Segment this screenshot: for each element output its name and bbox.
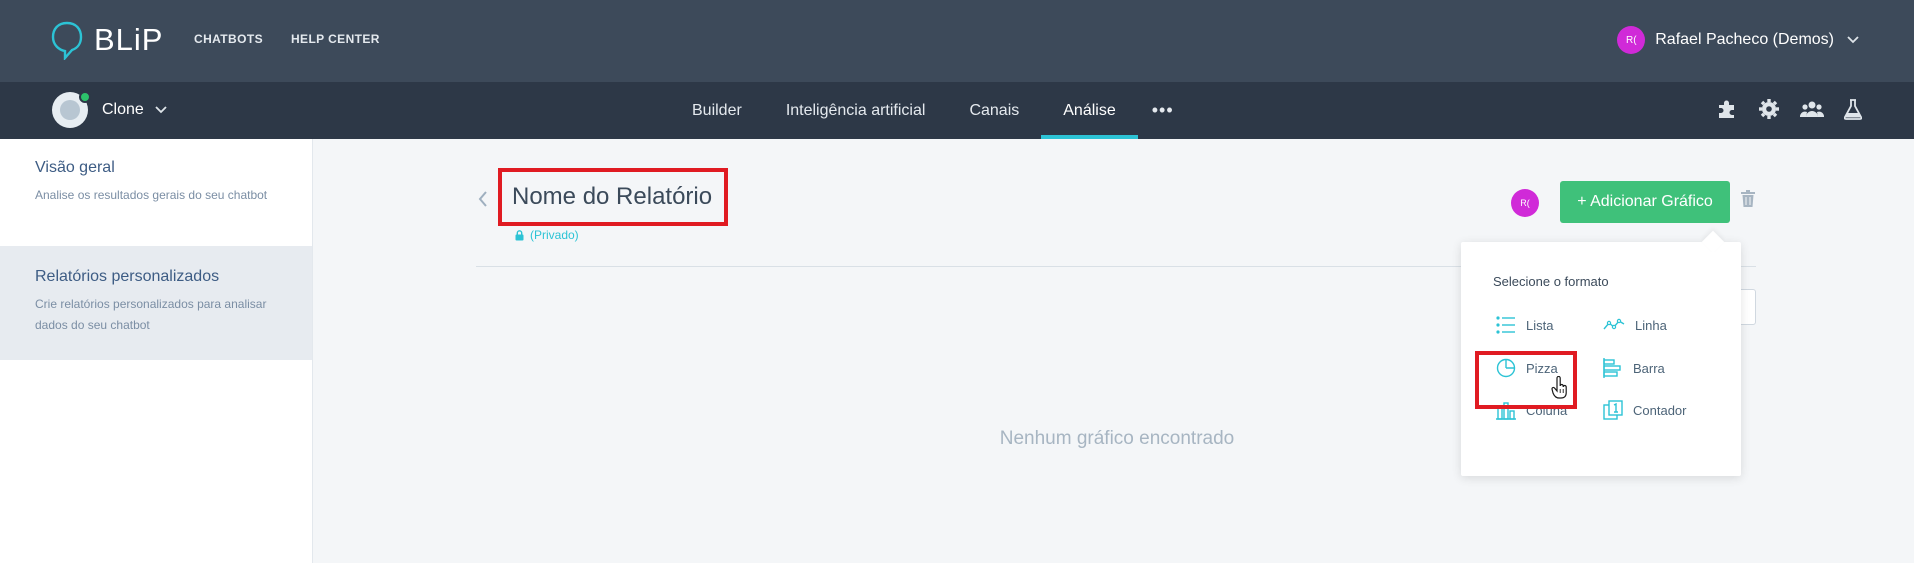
sidebar-item-relatorios-personalizados[interactable]: Relatórios personalizados Crie relatório… [0,246,312,360]
team-icon[interactable] [1800,98,1824,120]
gear-icon[interactable] [1758,98,1780,120]
chat-bubble-logo-icon [51,21,83,60]
flask-icon[interactable] [1844,98,1862,120]
bot-selector[interactable]: Clone [52,91,168,128]
format-option-label: Contador [1633,402,1687,418]
format-option-contador[interactable]: Contador [1603,400,1686,420]
lock-icon [515,229,524,240]
online-status-dot [79,91,91,103]
sidebar-item-title: Relatórios personalizados [35,268,220,285]
nav-chatbots[interactable]: CHATBOTS [194,32,263,46]
logo-text: BLiP [94,22,164,57]
top-bar: BLiP CHATBOTS HELP CENTER R( Rafael Pach… [0,0,1914,82]
section-tabs: Builder Inteligência artificial Canais A… [670,82,1188,139]
top-nav: CHATBOTS HELP CENTER [194,32,380,46]
tab-builder[interactable]: Builder [670,82,764,139]
tab-inteligencia-artificial[interactable]: Inteligência artificial [764,82,948,139]
sidebar: Visão geral Analise os resultados gerais… [0,139,313,563]
user-name: Rafael Pacheco (Demos) [1655,31,1834,48]
sidebar-item-desc: Analise os resultados gerais do seu chat… [35,188,268,202]
bot-nav-bar: Clone Builder Inteligência artificial Ca… [0,82,1914,139]
more-tabs-button[interactable]: ••• [1138,82,1188,139]
user-menu[interactable]: R( Rafael Pacheco (Demos) [1617,26,1860,54]
tab-analise[interactable]: Análise [1041,82,1139,139]
toolbar-icons [1716,98,1862,120]
list-icon [1496,316,1515,334]
report-title[interactable]: Nome do Relatório [512,183,712,211]
privacy-label: (Privado) [530,228,579,242]
sidebar-item-desc: Crie relatórios personalizados para anal… [35,297,267,332]
format-option-label: Linha [1635,317,1667,333]
format-option-barra[interactable]: Barra [1603,358,1665,378]
bot-avatar [52,91,91,128]
sidebar-item-visao-geral[interactable]: Visão geral Analise os resultados gerais… [0,139,312,226]
add-chart-button[interactable]: + Adicionar Gráfico [1560,181,1730,223]
chevron-down-icon [155,106,167,114]
hand-cursor-icon [1551,376,1567,399]
report-title-highlight: Nome do Relatório [498,168,728,226]
blip-logo[interactable]: BLiP [50,20,163,60]
tab-canais[interactable]: Canais [947,82,1041,139]
trash-icon[interactable] [1741,190,1755,208]
privacy-toggle[interactable]: (Privado) [515,228,579,242]
dropdown-title: Selecione o formato [1493,274,1609,289]
puzzle-icon[interactable] [1716,98,1738,120]
nav-help-center[interactable]: HELP CENTER [291,32,380,46]
chevron-down-icon [1847,36,1859,44]
format-option-linha[interactable]: Linha [1603,316,1667,334]
line-chart-icon [1603,318,1625,330]
format-option-lista[interactable]: Lista [1496,316,1553,334]
user-avatar: R( [1617,26,1646,54]
report-owner-avatar: R( [1511,189,1539,217]
bot-name: Clone [102,101,144,118]
bar-chart-icon [1603,358,1621,378]
format-option-label: Barra [1633,360,1665,376]
format-option-label: Lista [1526,317,1554,333]
back-arrow-icon[interactable] [477,190,489,208]
counter-icon [1603,400,1623,420]
sidebar-item-title: Visão geral [35,159,115,176]
